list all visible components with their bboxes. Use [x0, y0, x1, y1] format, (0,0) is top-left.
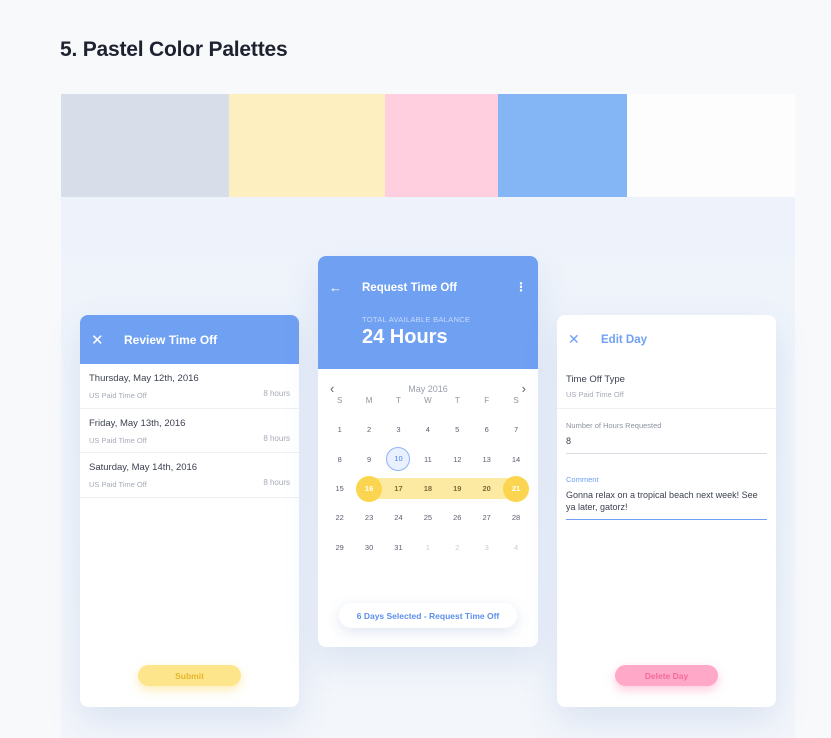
calendar-day[interactable]: 4: [501, 543, 530, 552]
delete-day-button[interactable]: Delete Day: [615, 665, 718, 686]
calendar-day[interactable]: 16: [354, 475, 383, 502]
app-showcase: ✕ Review Time Off Thursday, May 12th, 20…: [61, 197, 795, 738]
calendar-day[interactable]: 1: [325, 425, 354, 434]
calendar-day[interactable]: 7: [501, 425, 530, 434]
request-card: ← Request Time Off ⋮ TOTAL AVAILABLE BAL…: [318, 256, 538, 647]
weekday-label: M: [365, 396, 373, 406]
day-type: US Paid Time Off: [89, 391, 147, 400]
list-item[interactable]: Thursday, May 12th, 2016 US Paid Time Of…: [80, 364, 299, 409]
calendar-day[interactable]: 11: [413, 455, 442, 464]
calendar-day[interactable]: 26: [443, 513, 472, 522]
day-type: US Paid Time Off: [89, 480, 147, 489]
edit-title: Edit Day: [601, 333, 648, 346]
calendar-day[interactable]: 18: [413, 484, 442, 493]
calendar-week: 8 9 10 11 12 13 14: [325, 445, 531, 474]
day-hours: 8 hours: [263, 389, 290, 398]
weekday-label: S: [513, 396, 519, 406]
request-title: Request Time Off: [362, 282, 457, 294]
type-value: US Paid Time Off: [566, 390, 624, 399]
calendar-day[interactable]: 20: [472, 484, 501, 493]
calendar-week: 15 16 17 18 19 20 21: [325, 474, 531, 503]
day-date: Friday, May 13th, 2016: [89, 417, 186, 429]
swatch-white: [627, 94, 795, 197]
comment-input[interactable]: Gonna relax on a tropical beach next wee…: [566, 489, 767, 520]
calendar-day[interactable]: 25: [413, 513, 442, 522]
calendar-day[interactable]: 10: [384, 447, 413, 472]
calendar-day[interactable]: 15: [325, 484, 354, 493]
type-label: Time Off Type: [566, 374, 625, 385]
balance-label: TOTAL AVAILABLE BALANCE: [362, 315, 471, 324]
hours-field[interactable]: Number of Hours Requested 8: [566, 421, 767, 454]
list-item[interactable]: Saturday, May 14th, 2016 US Paid Time Of…: [80, 453, 299, 498]
day-date: Thursday, May 12th, 2016: [89, 373, 199, 384]
calendar-day[interactable]: 4: [413, 425, 442, 434]
calendar-day[interactable]: 24: [384, 513, 413, 522]
back-arrow-icon[interactable]: ←: [329, 280, 342, 295]
calendar-day[interactable]: 8: [325, 455, 354, 464]
weekday-row: SMTWTFS: [325, 386, 531, 415]
balance-value: 24 Hours: [362, 326, 448, 348]
more-vertical-icon[interactable]: ⋮: [515, 280, 527, 294]
time-off-type[interactable]: Time Off Type US Paid Time Off: [557, 364, 776, 409]
day-type: US Paid Time Off: [89, 435, 147, 445]
calendar-day[interactable]: 29: [325, 543, 354, 552]
calendar-day[interactable]: 3: [384, 425, 413, 434]
calendar-day[interactable]: 27: [472, 513, 501, 522]
weekday-label: W: [424, 396, 432, 406]
calendar-day[interactable]: 17: [384, 484, 413, 493]
calendar-day[interactable]: 30: [354, 543, 383, 552]
close-icon[interactable]: ✕: [568, 331, 590, 348]
submit-button[interactable]: Submit: [138, 665, 241, 686]
edit-card: ✕ Edit Day Time Off Type US Paid Time Of…: [557, 315, 776, 707]
request-time-off-button[interactable]: 6 Days Selected - Request Time Off: [339, 603, 517, 628]
swatch-pink: [385, 94, 498, 197]
calendar-day[interactable]: 1: [413, 543, 442, 552]
calendar-week: 1234567: [325, 415, 531, 444]
review-header: ✕ Review Time Off: [80, 315, 299, 364]
calendar-grid: S M T W T F S 1 2 3 4 5 6 7 8 9 10 11 12 13 14 15 16 17 18 19 20 21…: [325, 386, 531, 562]
calendar-day[interactable]: 12: [443, 455, 472, 464]
weekday-label: T: [454, 396, 460, 406]
swatch-blue: [498, 94, 627, 197]
swatch-slate: [61, 94, 229, 197]
day-hours: 8 hours: [263, 433, 290, 443]
request-header: ← Request Time Off ⋮ TOTAL AVAILABLE BAL…: [318, 256, 538, 369]
hours-input[interactable]: 8: [566, 435, 767, 454]
calendar-week: 29 30 31 1 2 3 4: [325, 532, 531, 561]
calendar-day[interactable]: 6: [472, 425, 501, 434]
comment-field[interactable]: Comment Gonna relax on a tropical beach …: [566, 475, 767, 520]
day-hours: 8 hours: [263, 478, 290, 487]
calendar-day[interactable]: 9: [354, 455, 383, 464]
weekday-label: T: [396, 396, 401, 406]
calendar-day[interactable]: 19: [443, 484, 472, 493]
comment-label: Comment: [566, 475, 599, 484]
calendar-day[interactable]: 2: [354, 425, 383, 434]
weekday-label: S: [337, 396, 343, 406]
calendar-day[interactable]: 13: [472, 455, 501, 464]
calendar-day[interactable]: 23: [354, 513, 383, 522]
review-card: ✕ Review Time Off Thursday, May 12th, 20…: [80, 315, 299, 707]
calendar-day[interactable]: 2: [443, 543, 472, 552]
calendar-day[interactable]: 5: [443, 425, 472, 434]
calendar-day[interactable]: 28: [501, 513, 530, 522]
close-icon[interactable]: ✕: [91, 331, 113, 349]
weekday-label: F: [484, 396, 490, 406]
calendar-day[interactable]: 31: [384, 543, 413, 552]
calendar-day[interactable]: 14: [501, 455, 530, 464]
edit-header: ✕ Edit Day: [557, 315, 776, 364]
calendar-day[interactable]: 3: [472, 543, 501, 552]
calendar-day[interactable]: 21: [501, 475, 530, 502]
calendar-day[interactable]: 22: [325, 513, 354, 522]
page-title: 5. Pastel Color Palettes: [60, 38, 288, 61]
review-title: Review Time Off: [124, 332, 218, 347]
day-date: Saturday, May 14th, 2016: [89, 462, 198, 473]
calendar-week: 22 23 24 25 26 27 28: [325, 503, 531, 532]
list-item[interactable]: Friday, May 13th, 2016 US Paid Time Off …: [80, 409, 299, 453]
swatch-butter: [229, 94, 385, 197]
color-palette: [61, 94, 795, 197]
hours-label: Number of Hours Requested: [566, 421, 662, 430]
